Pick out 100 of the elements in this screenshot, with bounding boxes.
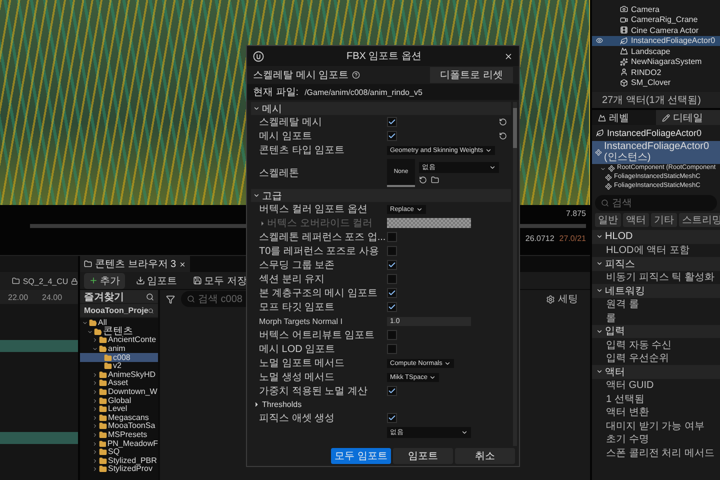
outliner-item[interactable]: InstancedFoliageActor0	[592, 36, 720, 46]
folder-tree-item[interactable]: MSPresets	[80, 430, 158, 440]
checkbox[interactable]	[387, 330, 397, 340]
save-icon	[193, 276, 202, 285]
folder-tree-item[interactable]: SQ	[80, 448, 158, 456]
folder-tree-item[interactable]: Downtown_W	[80, 388, 158, 396]
outliner-item[interactable]: CameraRig_Crane	[592, 14, 720, 25]
folder-tree-item[interactable]: AncientConte	[80, 336, 158, 345]
folder-tree-item[interactable]: c008	[80, 353, 158, 362]
search-icon[interactable]	[146, 292, 154, 300]
settings-button[interactable]: 세팅	[540, 291, 584, 307]
section-header[interactable]: Thresholds	[251, 398, 511, 411]
checkbox[interactable]	[387, 413, 397, 423]
color-swatch[interactable]	[387, 218, 471, 228]
property-label: 액터 GUID	[605, 379, 655, 392]
category-header[interactable]: 액터	[592, 365, 720, 378]
filter-button[interactable]: 기타	[651, 213, 677, 227]
category-header[interactable]: 네트워킹	[592, 284, 720, 298]
checkbox[interactable]	[387, 232, 397, 242]
project-header[interactable]: MooaToon_Proje	[80, 304, 158, 317]
component-item[interactable]: InstancedFoliageActor0 (인스턴스)	[592, 141, 720, 164]
folder-tree-item[interactable]: PN_MeadowF	[80, 439, 158, 448]
component-icon	[608, 165, 615, 172]
property-label: 섹션 분리 유지	[258, 273, 326, 286]
panel-tab[interactable]: 디테일	[656, 110, 720, 125]
checkbox[interactable]	[387, 386, 397, 396]
component-icon	[595, 149, 602, 156]
search-icon[interactable]	[148, 306, 154, 314]
toolbar-button[interactable]: 임포트	[131, 272, 182, 288]
folder-tree-item[interactable]: Level	[80, 404, 158, 414]
file-path: /Game/anim/c008/anim_rindo_v5	[304, 88, 422, 96]
property-label: 버텍스 오버라이드 컬러	[251, 216, 387, 230]
folder-tree-item[interactable]: All	[80, 319, 158, 328]
filter-button[interactable]: 일반	[595, 213, 621, 227]
dialog-button[interactable]: 취소	[455, 448, 515, 464]
property-label: 메시 LOD 임포트	[258, 343, 336, 356]
reset-icon[interactable]	[499, 118, 507, 126]
outliner-item[interactable]: SM_Clover	[592, 78, 720, 88]
section-header[interactable]: 메시	[251, 102, 511, 115]
ruler-tick: 24.00	[42, 292, 62, 302]
dialog-button[interactable]: 임포트	[393, 448, 453, 464]
checkbox[interactable]	[387, 131, 397, 141]
outliner-item[interactable]: Camera	[592, 4, 720, 14]
outliner-item[interactable]: Landscape	[592, 46, 720, 56]
logo-icon	[253, 50, 264, 62]
folder-tree-item[interactable]: v2	[80, 362, 158, 371]
camera-icon	[620, 5, 628, 14]
folder-tree-item[interactable]: Stylized_PBR	[80, 456, 158, 466]
favorites-header[interactable]: 즐겨찾기	[80, 290, 158, 303]
leaf-icon	[596, 129, 604, 137]
section-header[interactable]: 고급	[251, 189, 511, 202]
checkbox[interactable]	[387, 302, 397, 312]
filter-icon[interactable]	[166, 294, 175, 304]
property-label: 1 선택됨	[605, 392, 646, 406]
dialog-heading: 스켈레탈 메시 임포트	[253, 69, 349, 82]
toolbar-button[interactable]: 모두 저장	[188, 272, 252, 288]
folder-tree-item[interactable]: StylizedProv	[80, 465, 158, 474]
close-icon[interactable]	[504, 52, 513, 60]
folder-tree-item[interactable]: Megascans	[80, 414, 158, 422]
panel-tab[interactable]: 레벨	[592, 110, 656, 125]
category-header[interactable]: 피직스	[592, 257, 720, 270]
ruler-tick: 22.00	[8, 292, 28, 302]
reset-button[interactable]: 디폴트로 리셋	[430, 67, 513, 83]
checkbox[interactable]	[387, 260, 397, 270]
outliner-item[interactable]: Cine Camera Actor	[592, 25, 720, 36]
lock-icon[interactable]	[71, 278, 78, 284]
property-label: 롤	[605, 312, 617, 324]
category-header[interactable]: 입력	[592, 324, 720, 338]
folder-icon	[12, 277, 20, 285]
folder-tree-item[interactable]: 콘텐츠	[80, 328, 158, 336]
reset-icon[interactable]	[499, 132, 507, 140]
folder-tree-item[interactable]: Asset	[80, 379, 158, 388]
folder-tree-item[interactable]: Global	[80, 396, 158, 405]
sequence-name: SQ_2_4_CU	[22, 276, 68, 286]
folder-tree-item[interactable]: anim	[80, 344, 158, 354]
help-icon[interactable]	[352, 71, 360, 79]
category-header[interactable]: HLOD	[592, 230, 720, 244]
outliner-item[interactable]: NewNiagaraSystem	[592, 56, 720, 67]
checkbox[interactable]	[387, 274, 397, 284]
checkbox[interactable]	[387, 246, 397, 256]
folder-tree-item[interactable]: MooaToonSa	[80, 422, 158, 431]
property-label: 콘텐츠 타입 임포트	[258, 144, 346, 157]
collapsed-arrow-icon	[253, 401, 260, 408]
checkbox[interactable]	[387, 117, 397, 127]
browser-tab[interactable]: 콘텐츠 브라우저 3	[80, 256, 190, 272]
checkbox[interactable]	[387, 344, 397, 354]
dialog-button[interactable]: 모두 임포트	[331, 448, 391, 464]
property-label: 대미지 받기 가능 여부	[605, 420, 706, 432]
outliner-item[interactable]: RINDO2	[592, 67, 720, 78]
close-icon[interactable]	[179, 260, 186, 268]
folder-icon[interactable]	[431, 176, 439, 184]
actor-count: 27개 액터(1개 선택됨)	[592, 92, 720, 108]
toolbar-button[interactable]: 추가	[84, 272, 125, 288]
property-label: 입력 우선순위	[605, 352, 670, 365]
checkbox[interactable]	[387, 288, 397, 298]
filter-button[interactable]: 액터	[623, 213, 649, 227]
folder-tree-item[interactable]: AnimeSkyHD	[80, 370, 158, 380]
component-icon	[605, 183, 612, 190]
visibility-icon[interactable]	[596, 37, 603, 44]
foliage-icon	[620, 36, 628, 45]
